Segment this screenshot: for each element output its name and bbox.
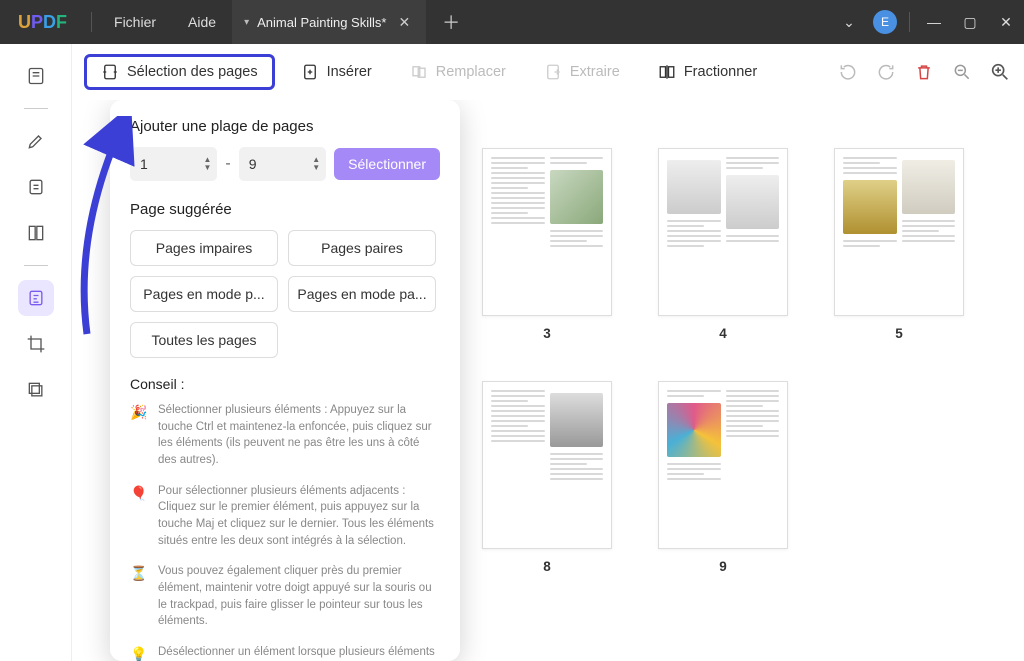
delete-icon[interactable] bbox=[912, 60, 936, 84]
page-number: 9 bbox=[719, 559, 727, 574]
suggested-title: Page suggérée bbox=[130, 201, 440, 218]
tool-split[interactable]: Fractionner bbox=[646, 57, 769, 87]
odd-pages-button[interactable]: Pages impaires bbox=[130, 230, 278, 266]
window-close-icon[interactable]: ✕ bbox=[988, 14, 1024, 31]
party-icon: 🎉 bbox=[130, 402, 148, 469]
range-dash: - bbox=[225, 155, 230, 173]
separator bbox=[909, 12, 910, 32]
sidebar-layers-icon[interactable] bbox=[18, 372, 54, 408]
zoom-out-icon[interactable] bbox=[950, 60, 974, 84]
chevron-down-icon[interactable]: ⌄ bbox=[831, 14, 867, 31]
page-thumbnail[interactable]: 3 bbox=[482, 148, 612, 341]
all-pages-button[interactable]: Toutes les pages bbox=[130, 322, 278, 358]
menu-help[interactable]: Aide bbox=[172, 14, 232, 30]
page-number: 8 bbox=[543, 559, 551, 574]
tab-close-icon[interactable]: ✕ bbox=[394, 14, 414, 31]
page-thumbnail[interactable]: 5 bbox=[834, 148, 964, 341]
sidebar-forms-icon[interactable] bbox=[18, 215, 54, 251]
tips-title: Conseil : bbox=[130, 376, 440, 392]
tip-text: Sélectionner plusieurs éléments : Appuye… bbox=[158, 402, 440, 469]
add-range-title: Ajouter une plage de pages bbox=[130, 118, 440, 135]
rotate-left-icon[interactable] bbox=[836, 60, 860, 84]
hourglass-icon: ⏳ bbox=[130, 563, 148, 630]
tip-text: Pour sélectionner plusieurs éléments adj… bbox=[158, 483, 440, 550]
window-minimize-icon[interactable]: — bbox=[916, 14, 952, 30]
page-thumbnail[interactable]: 4 bbox=[658, 148, 788, 341]
balloon-icon: 🎈 bbox=[130, 483, 148, 550]
tab-title: Animal Painting Skills* bbox=[257, 15, 386, 30]
menu-file[interactable]: Fichier bbox=[98, 14, 172, 30]
tool-replace: Remplacer bbox=[398, 57, 518, 87]
tip-text: Vous pouvez également cliquer près du pr… bbox=[158, 563, 440, 630]
tab-dropdown-icon: ▾ bbox=[244, 17, 249, 28]
range-to-input[interactable]: 9▲▼ bbox=[239, 147, 326, 181]
separator bbox=[91, 12, 92, 32]
page-number: 5 bbox=[895, 326, 903, 341]
select-pages-panel: Ajouter une plage de pages 1▲▼ - 9▲▼ Sél… bbox=[110, 100, 460, 661]
landscape-pages-button[interactable]: Pages en mode pa... bbox=[288, 276, 436, 312]
app-logo: UPDF bbox=[18, 12, 67, 33]
page-number: 3 bbox=[543, 326, 551, 341]
sidebar-crop-icon[interactable] bbox=[18, 326, 54, 362]
page-number: 4 bbox=[719, 326, 727, 341]
zoom-in-icon[interactable] bbox=[988, 60, 1012, 84]
tool-select-pages[interactable]: Sélection des pages bbox=[84, 54, 275, 90]
range-from-input[interactable]: 1▲▼ bbox=[130, 147, 217, 181]
bulb-icon: 💡 bbox=[130, 644, 148, 661]
page-thumbnail[interactable]: 8 bbox=[482, 381, 612, 574]
sidebar-view-icon[interactable] bbox=[18, 58, 54, 94]
tool-extract: Extraire bbox=[532, 57, 632, 87]
sidebar-annotate-icon[interactable] bbox=[18, 169, 54, 205]
tool-insert[interactable]: Insérer bbox=[289, 57, 384, 87]
sidebar bbox=[0, 44, 72, 661]
sidebar-organize-icon[interactable] bbox=[18, 280, 54, 316]
portrait-pages-button[interactable]: Pages en mode p... bbox=[130, 276, 278, 312]
sidebar-edit-icon[interactable] bbox=[18, 123, 54, 159]
rotate-right-icon[interactable] bbox=[874, 60, 898, 84]
window-maximize-icon[interactable]: ▢ bbox=[952, 14, 988, 31]
document-tab[interactable]: ▾ Animal Painting Skills* ✕ bbox=[232, 0, 426, 44]
tip-text: Désélectionner un élément lorsque plusie… bbox=[158, 644, 440, 661]
select-button[interactable]: Sélectionner bbox=[334, 148, 440, 180]
new-tab-button[interactable]: ＋ bbox=[426, 9, 476, 35]
user-avatar[interactable]: E bbox=[873, 10, 897, 34]
even-pages-button[interactable]: Pages paires bbox=[288, 230, 436, 266]
toolbar: Sélection des pages Insérer Remplacer Ex… bbox=[72, 44, 1024, 100]
page-thumbnail[interactable]: 9 bbox=[658, 381, 788, 574]
